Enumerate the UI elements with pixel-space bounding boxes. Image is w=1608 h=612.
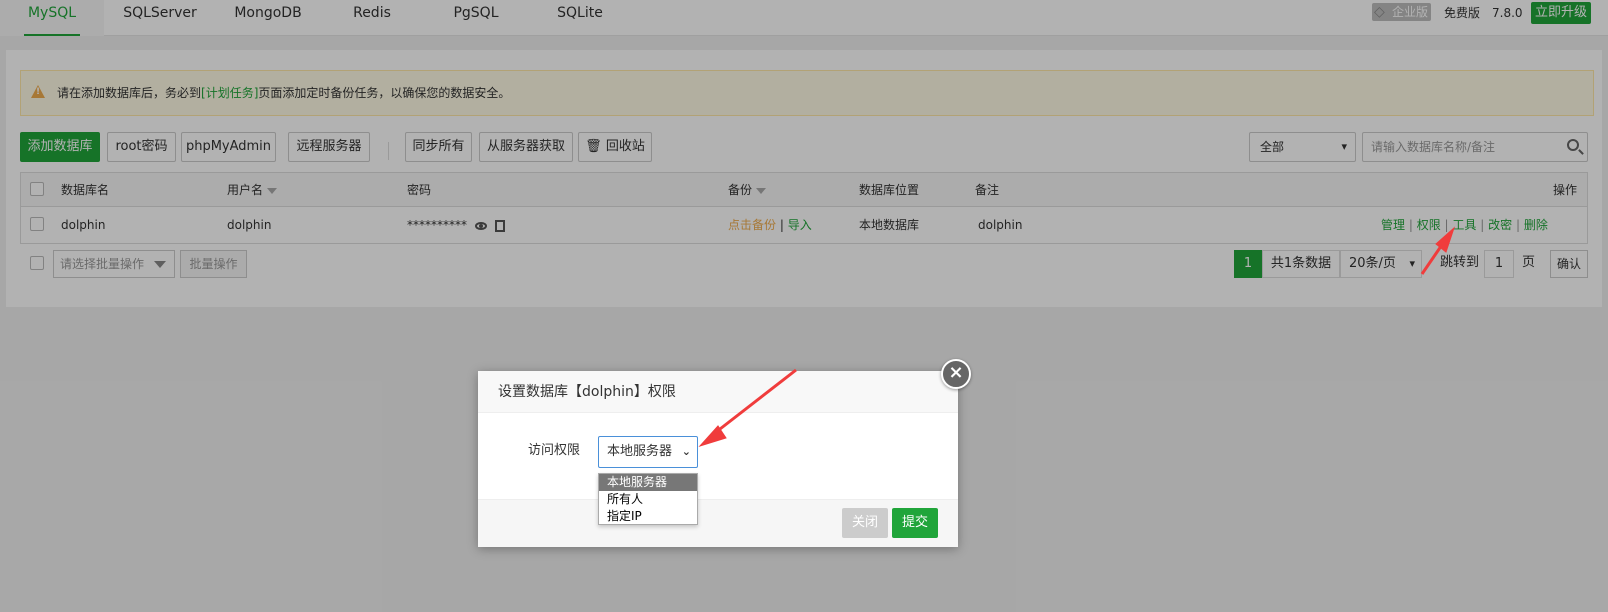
annotation-arrow-line-select bbox=[710, 368, 797, 438]
annotation-arrows bbox=[698, 226, 1456, 448]
